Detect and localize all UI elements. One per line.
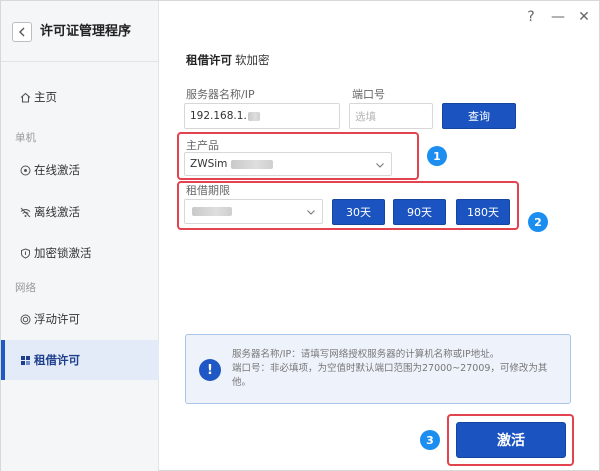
minimize-button[interactable]: — [549,8,567,26]
period-90-days-button[interactable]: 90天 [393,199,446,225]
info-icon: ! [199,359,221,381]
product-select[interactable]: ZWSim [184,152,392,176]
section-label-standalone: 单机 [15,132,36,144]
online-icon [19,164,31,176]
info-line-server: 服务器名称/IP：请填写网络授权服务器的计算机名称或IP地址。 [232,349,500,360]
sidebar-item-label: 主页 [34,90,57,104]
chevron-down-icon [307,210,315,215]
sidebar-item-offline-activation[interactable]: 离线激活 [1,192,159,232]
app-title: 许可证管理程序 [40,24,132,39]
period-label: 租借期限 [186,184,230,197]
target-icon [19,313,31,325]
home-icon [19,91,31,103]
sidebar-item-floating-license[interactable]: 浮动许可 [1,299,159,339]
back-button[interactable] [12,22,32,42]
close-button[interactable]: ✕ [575,8,593,26]
server-input-value: 192.168.1. [190,110,247,122]
sidebar-item-label: 租借许可 [34,353,80,367]
server-input[interactable]: 192.168.1. [184,103,340,129]
section-label-network: 网络 [15,282,36,294]
step-badge-3: 3 [420,430,440,450]
sidebar-item-label: 在线激活 [34,163,80,177]
license-manager-window: 许可证管理程序 主页 单机 在线激活 离线激活 加密锁激活 网络 浮动许可 租借… [0,0,600,471]
sidebar: 许可证管理程序 主页 单机 在线激活 离线激活 加密锁激活 网络 浮动许可 租借… [1,1,159,471]
sidebar-divider [1,61,159,62]
period-select[interactable] [184,199,323,224]
period-180-days-button[interactable]: 180天 [456,199,510,225]
info-line-port: 端口号：非必填项，为空值时默认端口范围为27000~27009，可修改为其他。 [232,363,548,388]
wifi-off-icon [19,206,31,218]
help-button[interactable]: ? [522,8,540,26]
product-label: 主产品 [186,139,219,152]
port-label: 端口号 [352,88,385,101]
sidebar-item-dongle-activation[interactable]: 加密锁激活 [1,233,159,273]
server-label: 服务器名称/IP [186,88,255,101]
redacted-mask [231,159,274,169]
shield-icon [19,247,31,259]
page-title: 租借许可 软加密 [186,52,270,68]
page-title-text: 租借许可 [186,53,232,67]
chevron-down-icon [376,163,384,168]
product-value: ZWSim [190,158,228,170]
step-badge-1: 1 [427,146,447,166]
sidebar-item-label: 离线激活 [34,205,80,219]
step-badge-2: 2 [528,212,548,232]
sidebar-item-label: 浮动许可 [34,312,80,326]
chevron-left-icon [19,27,25,37]
sidebar-item-online-activation[interactable]: 在线激活 [1,150,159,190]
info-text: 服务器名称/IP：请填写网络授权服务器的计算机名称或IP地址。 端口号：非必填项… [232,348,562,390]
redacted-mask [247,111,260,121]
redacted-mask [192,207,232,216]
query-button[interactable]: 查询 [442,103,516,129]
page-subtitle: 软加密 [235,53,270,67]
borrow-license-icon [19,354,31,366]
port-input[interactable]: 选填 [349,103,433,129]
sidebar-item-home[interactable]: 主页 [1,77,159,117]
sidebar-item-borrow-license[interactable]: 租借许可 [1,340,159,380]
info-box: ! 服务器名称/IP：请填写网络授权服务器的计算机名称或IP地址。 端口号：非必… [185,334,571,404]
period-30-days-button[interactable]: 30天 [332,199,385,225]
port-placeholder: 选填 [355,110,376,123]
activate-button[interactable]: 激活 [456,422,566,458]
sidebar-item-label: 加密锁激活 [34,246,92,260]
